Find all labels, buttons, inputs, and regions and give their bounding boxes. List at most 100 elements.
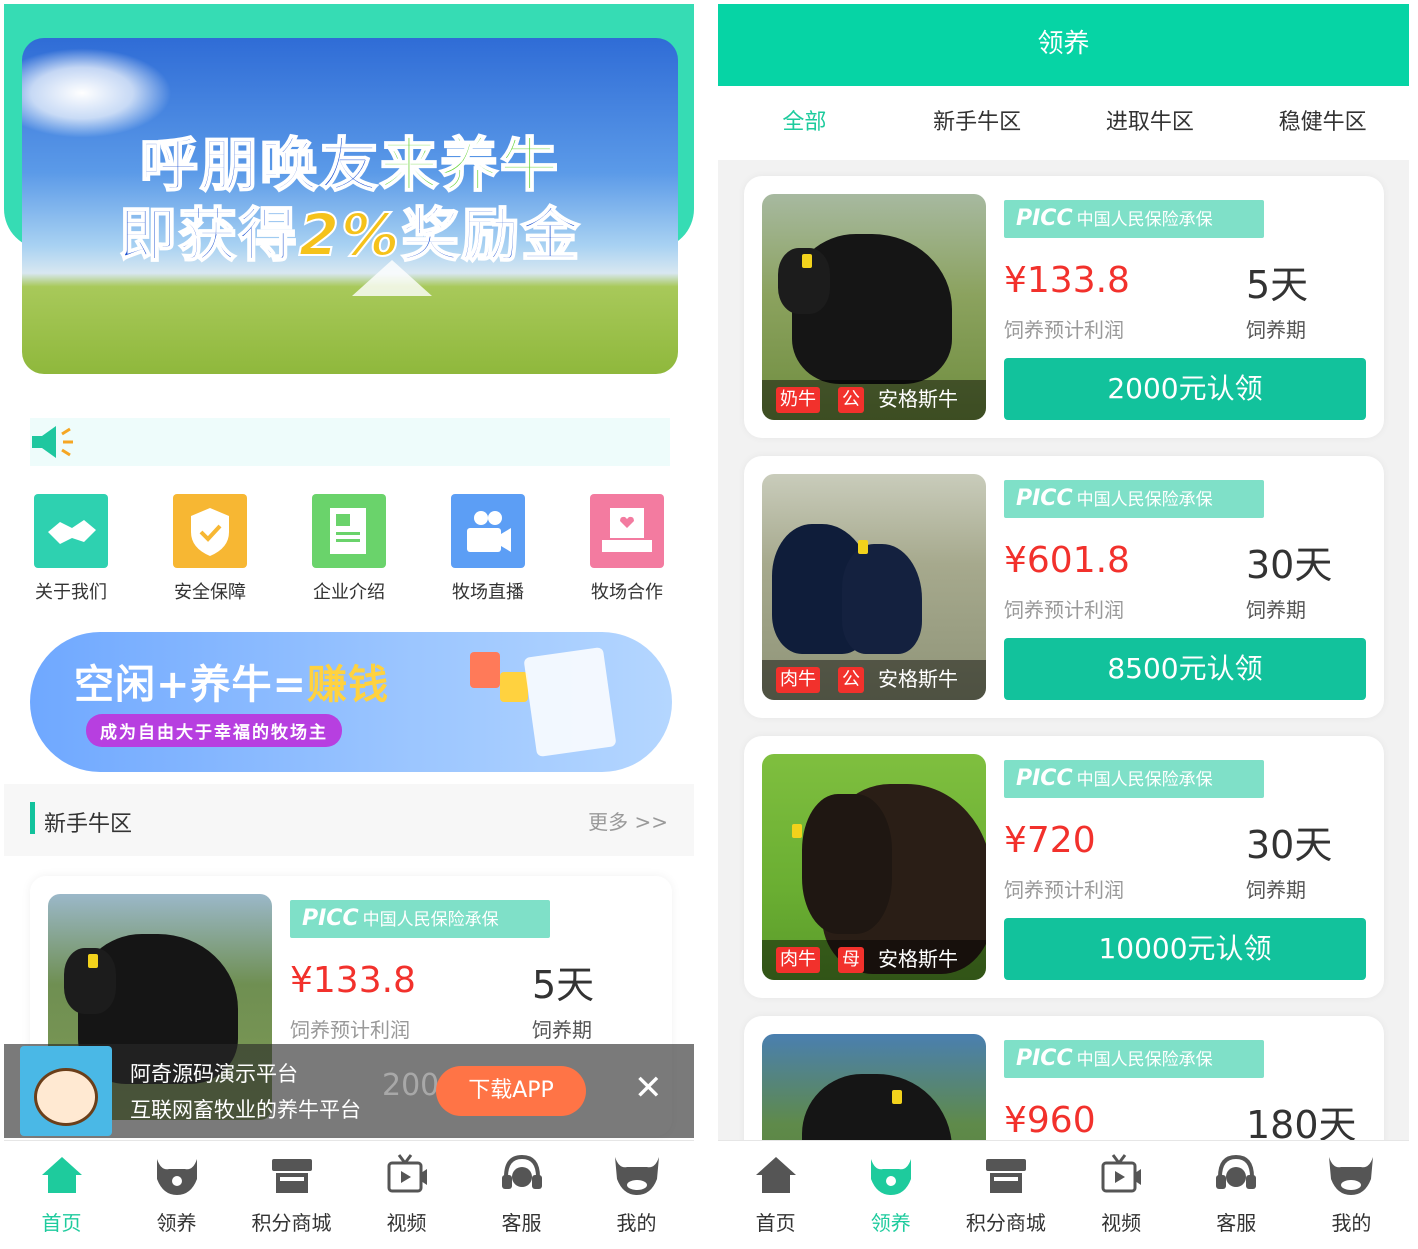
home-screen: 呼朋唤友来养牛 即获得2%奖励金 关于我们 安全保障 企业介绍 牧场直播 牧场合… — [4, 4, 694, 1244]
section-header: 新手牛区 更多 >> — [4, 784, 694, 856]
cow-head-icon — [870, 1159, 911, 1195]
tab-mine[interactable]: 我的 — [579, 1141, 694, 1244]
banner-text-blue-a: 即获得 — [118, 200, 299, 270]
video-camera-icon — [451, 494, 525, 568]
tab-home[interactable]: 首页 — [4, 1141, 119, 1244]
profit-label: 饲养预计利润 — [1004, 318, 1124, 342]
picc-logo: PICC — [1016, 1046, 1073, 1071]
page-title: 领养 — [718, 4, 1409, 86]
insurer-text: 中国人民保险承保 — [1076, 210, 1213, 230]
tab-label: 视频 — [386, 1211, 427, 1235]
tab-video[interactable]: 视频 — [1064, 1141, 1179, 1244]
quick-link-label: 关于我们 — [35, 582, 107, 603]
cow-photo: 肉牛 公 安格斯牛 — [762, 474, 986, 700]
period-days: 5天 — [1246, 263, 1309, 307]
cow-mascot — [34, 1068, 98, 1126]
cow-head-icon — [156, 1159, 197, 1195]
promo-illustration-device — [523, 646, 617, 758]
tab-store[interactable]: 积分商城 — [234, 1141, 349, 1244]
popup-title: 阿奇源码演示平台 — [130, 1062, 298, 1086]
cow-type-badge: 肉牛 — [776, 667, 820, 693]
cow-type-badge: 肉牛 — [776, 947, 820, 973]
tab-store[interactable]: 积分商城 — [948, 1141, 1063, 1244]
ear-tag — [858, 540, 868, 554]
insurer-badge: PICC 中国人民保险承保 — [1004, 1040, 1264, 1078]
ear-tag — [88, 954, 98, 968]
insurer-badge: PICC 中国人民保险承保 — [290, 900, 550, 938]
quick-link-company[interactable]: 企业介绍 — [299, 494, 399, 604]
tab-home[interactable]: 首页 — [718, 1141, 833, 1244]
quick-link-label: 安全保障 — [174, 582, 246, 603]
store-icon — [985, 1159, 1026, 1193]
banner-text-blue-b: 奖励金 — [400, 200, 582, 270]
close-icon[interactable]: ✕ — [634, 1068, 663, 1108]
store-icon — [271, 1159, 312, 1193]
ear-tag — [802, 254, 812, 268]
profit-price: ¥133.8 — [1004, 260, 1130, 301]
tab-all[interactable]: 全部 — [718, 86, 891, 160]
quick-link-live[interactable]: 牧场直播 — [438, 494, 538, 604]
tab-service[interactable]: 客服 — [464, 1141, 579, 1244]
quick-link-label: 企业介绍 — [313, 582, 385, 603]
download-app-button[interactable]: 下载APP — [436, 1066, 586, 1116]
bottom-tabbar: 首页 领养 积分商城 视频 客服 我的 — [4, 1140, 694, 1244]
cow-photo: 肉牛 母 安格斯牛 — [762, 754, 986, 980]
cow-card[interactable]: 肉牛 公 安格斯牛 PICC 中国人民保险承保 ¥601.8 饲养预计利润 30天… — [744, 456, 1384, 718]
quick-link-security[interactable]: 安全保障 — [160, 494, 260, 604]
tab-aggressive[interactable]: 进取牛区 — [1064, 86, 1237, 160]
period-label: 饲养期 — [1246, 598, 1306, 622]
headset-icon — [501, 1154, 542, 1189]
profit-label: 饲养预计利润 — [1004, 598, 1124, 622]
tab-label: 积分商城 — [251, 1211, 332, 1235]
adopt-button[interactable]: 8500元认领 — [1004, 638, 1366, 700]
tab-label: 首页 — [41, 1211, 82, 1235]
adopt-screen: 领养 全部 新手牛区 进取牛区 稳健牛区 奶牛 公 安格斯牛 PICC 中国人民保… — [718, 4, 1409, 1244]
invite-banner[interactable]: 呼朋唤友来养牛 即获得2%奖励金 — [22, 38, 678, 374]
tab-adopt[interactable]: 领养 — [119, 1141, 234, 1244]
prayer-flag-decoration — [352, 260, 432, 296]
section-accent-bar — [30, 802, 35, 834]
adopt-button[interactable]: 2000元认领 — [1004, 358, 1366, 420]
category-tabs: 全部 新手牛区 进取牛区 稳健牛区 — [718, 86, 1409, 160]
tab-adopt[interactable]: 领养 — [833, 1141, 948, 1244]
promo-slogan-highlight: 赚钱 — [307, 662, 390, 708]
cooperation-icon — [590, 494, 664, 568]
period-days: 30天 — [1246, 543, 1333, 587]
quick-link-label: 牧场直播 — [452, 582, 524, 603]
insurer-badge: PICC 中国人民保险承保 — [1004, 760, 1264, 798]
promo-illustration-coin — [500, 672, 528, 702]
promo-illustration-card — [470, 652, 500, 688]
promo-banner[interactable]: 空闲+养牛=赚钱 成为自由大于幸福的牧场主 — [30, 632, 672, 772]
bull-icon — [1329, 1157, 1374, 1195]
download-popup: 阿奇源码演示平台 互联网畜牧业的养牛平台 200 下载APP ✕ — [4, 1044, 694, 1138]
tab-mine[interactable]: 我的 — [1294, 1141, 1409, 1244]
profit-price: ¥720 — [1004, 820, 1096, 861]
quick-link-about[interactable]: 关于我们 — [21, 494, 121, 604]
profit-label: 饲养预计利润 — [290, 1018, 410, 1042]
cow-head — [802, 794, 892, 934]
more-link[interactable]: 更多 >> — [588, 806, 668, 835]
picc-logo: PICC — [302, 906, 359, 931]
tab-label: 我的 — [616, 1211, 657, 1235]
notice-bar[interactable] — [30, 418, 670, 466]
period-days: 30天 — [1246, 823, 1333, 867]
tab-label: 视频 — [1101, 1211, 1142, 1235]
popup-subtitle: 互联网畜牧业的养牛平台 — [130, 1098, 361, 1122]
cow-card[interactable]: 肉牛 母 安格斯牛 PICC 中国人民保险承保 ¥720 饲养预计利润 30天 饲… — [744, 736, 1384, 998]
profit-label: 饲养预计利润 — [1004, 878, 1124, 902]
picc-logo: PICC — [1016, 766, 1073, 791]
obscured-button-text: 200 — [382, 1068, 440, 1103]
tab-steady[interactable]: 稳健牛区 — [1236, 86, 1409, 160]
handshake-icon — [34, 494, 108, 568]
tab-video[interactable]: 视频 — [349, 1141, 464, 1244]
insurer-text: 中国人民保险承保 — [1076, 490, 1213, 510]
tab-label: 领养 — [156, 1211, 197, 1235]
cow-breed: 安格斯牛 — [878, 387, 958, 411]
cow-card[interactable]: 奶牛 公 安格斯牛 PICC 中国人民保险承保 ¥133.8 饲养预计利润 5天 … — [744, 176, 1384, 438]
period-label: 饲养期 — [1246, 318, 1306, 342]
adopt-button[interactable]: 10000元认领 — [1004, 918, 1366, 980]
cow-photo: 奶牛 公 安格斯牛 — [762, 194, 986, 420]
tab-service[interactable]: 客服 — [1179, 1141, 1294, 1244]
tab-beginner[interactable]: 新手牛区 — [891, 86, 1064, 160]
quick-link-cooperation[interactable]: 牧场合作 — [577, 494, 677, 604]
